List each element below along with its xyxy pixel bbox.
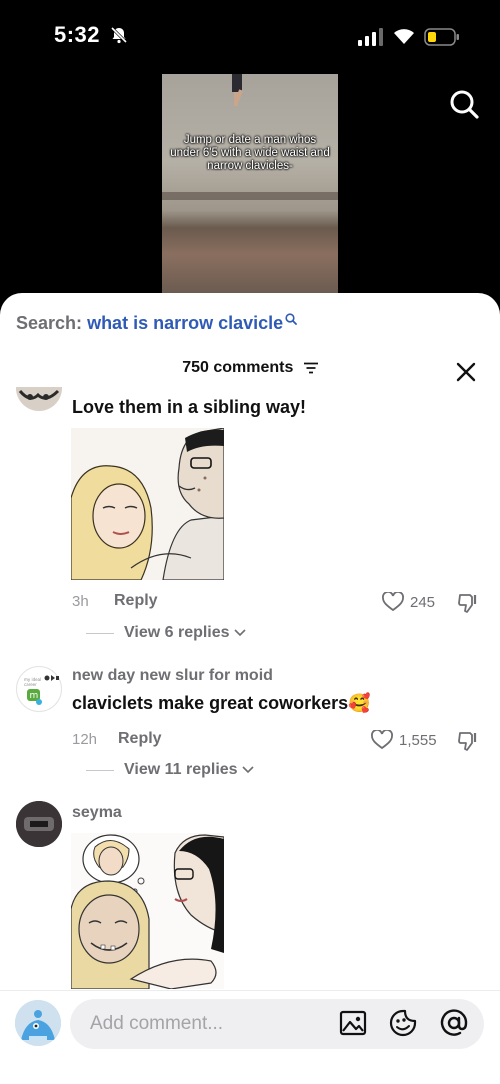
view-replies-label: View 11 replies bbox=[124, 761, 238, 778]
reply-button[interactable]: Reply bbox=[118, 730, 162, 748]
video-caption: Jump or date a man whos under 6'5 with a… bbox=[170, 134, 330, 172]
comment-username[interactable]: seyma bbox=[72, 804, 122, 822]
avatar[interactable] bbox=[16, 387, 62, 411]
like-count: 245 bbox=[410, 593, 436, 611]
svg-text:career: career bbox=[24, 682, 37, 687]
divider-line bbox=[86, 769, 114, 771]
heart-icon bbox=[371, 730, 393, 750]
avatar-image bbox=[18, 389, 60, 400]
comment-text: claviclets make great coworkers🥰 bbox=[72, 693, 371, 713]
reply-button[interactable]: Reply bbox=[114, 592, 158, 610]
user-avatar[interactable] bbox=[15, 1000, 61, 1046]
search-suggestion[interactable]: Search: what is narrow clavicle bbox=[16, 313, 298, 334]
search-small-icon bbox=[285, 313, 298, 325]
avatar[interactable] bbox=[16, 801, 62, 847]
tag-icon bbox=[44, 675, 59, 681]
wall-ledge bbox=[162, 192, 338, 200]
comment-text: Love them in a sibling way! bbox=[72, 397, 307, 417]
heart-icon bbox=[382, 592, 404, 612]
wifi-icon bbox=[394, 29, 414, 44]
view-replies-button[interactable]: View 11 replies bbox=[86, 761, 254, 779]
close-icon[interactable] bbox=[456, 362, 476, 382]
like-count: 1,555 bbox=[399, 731, 437, 749]
video-player[interactable]: Jump or date a man whos under 6'5 with a… bbox=[162, 74, 338, 294]
mention-icon[interactable] bbox=[440, 1009, 468, 1037]
comment-image[interactable] bbox=[71, 833, 224, 989]
status-time: 5:32 bbox=[54, 22, 101, 47]
like-button[interactable]: 1,555 bbox=[371, 730, 437, 750]
comment-count: 750 comments bbox=[182, 359, 294, 376]
like-button[interactable]: 245 bbox=[382, 592, 435, 612]
comment-input-placeholder: Add comment... bbox=[90, 1013, 224, 1034]
bell-muted-icon bbox=[110, 26, 128, 44]
comment-input[interactable]: Add comment... bbox=[70, 999, 484, 1049]
dislike-icon[interactable] bbox=[458, 730, 480, 752]
illustration-old-man-woman bbox=[71, 834, 224, 989]
person-figure bbox=[232, 74, 243, 106]
emoji-sticker-icon[interactable] bbox=[389, 1009, 417, 1037]
comments-header: 750 comments bbox=[0, 359, 500, 385]
comment-time: 3h bbox=[72, 593, 89, 610]
status-bar: 5:32 bbox=[0, 0, 500, 74]
chevron-down-icon bbox=[241, 766, 254, 774]
chevron-down-icon bbox=[233, 629, 246, 637]
search-label: Search: bbox=[16, 313, 83, 333]
image-icon[interactable] bbox=[339, 1009, 367, 1037]
avatar-image bbox=[16, 801, 62, 847]
comment-username[interactable]: new day new slur for moid bbox=[72, 667, 273, 685]
comments-sheet: Search: what is narrow clavicle 750 comm… bbox=[0, 293, 500, 1084]
illustration-woman-man bbox=[71, 428, 224, 580]
battery-icon bbox=[424, 28, 459, 46]
view-replies-label: View 6 replies bbox=[124, 624, 230, 641]
comment-time: 12h bbox=[72, 731, 98, 748]
comment-composer: Add comment... bbox=[0, 990, 500, 1084]
signal-icon bbox=[358, 28, 383, 46]
sort-filter-icon[interactable] bbox=[303, 362, 318, 374]
search-icon[interactable] bbox=[448, 88, 480, 120]
comment-image[interactable] bbox=[71, 428, 224, 580]
dislike-icon[interactable] bbox=[458, 592, 480, 614]
svg-text:m: m bbox=[30, 691, 39, 701]
divider-line bbox=[86, 632, 114, 634]
search-query[interactable]: what is narrow clavicle bbox=[87, 313, 283, 333]
avatar[interactable]: my ideal career m bbox=[16, 666, 62, 712]
view-replies-button[interactable]: View 6 replies bbox=[86, 624, 246, 642]
avatar-image bbox=[15, 1000, 61, 1046]
